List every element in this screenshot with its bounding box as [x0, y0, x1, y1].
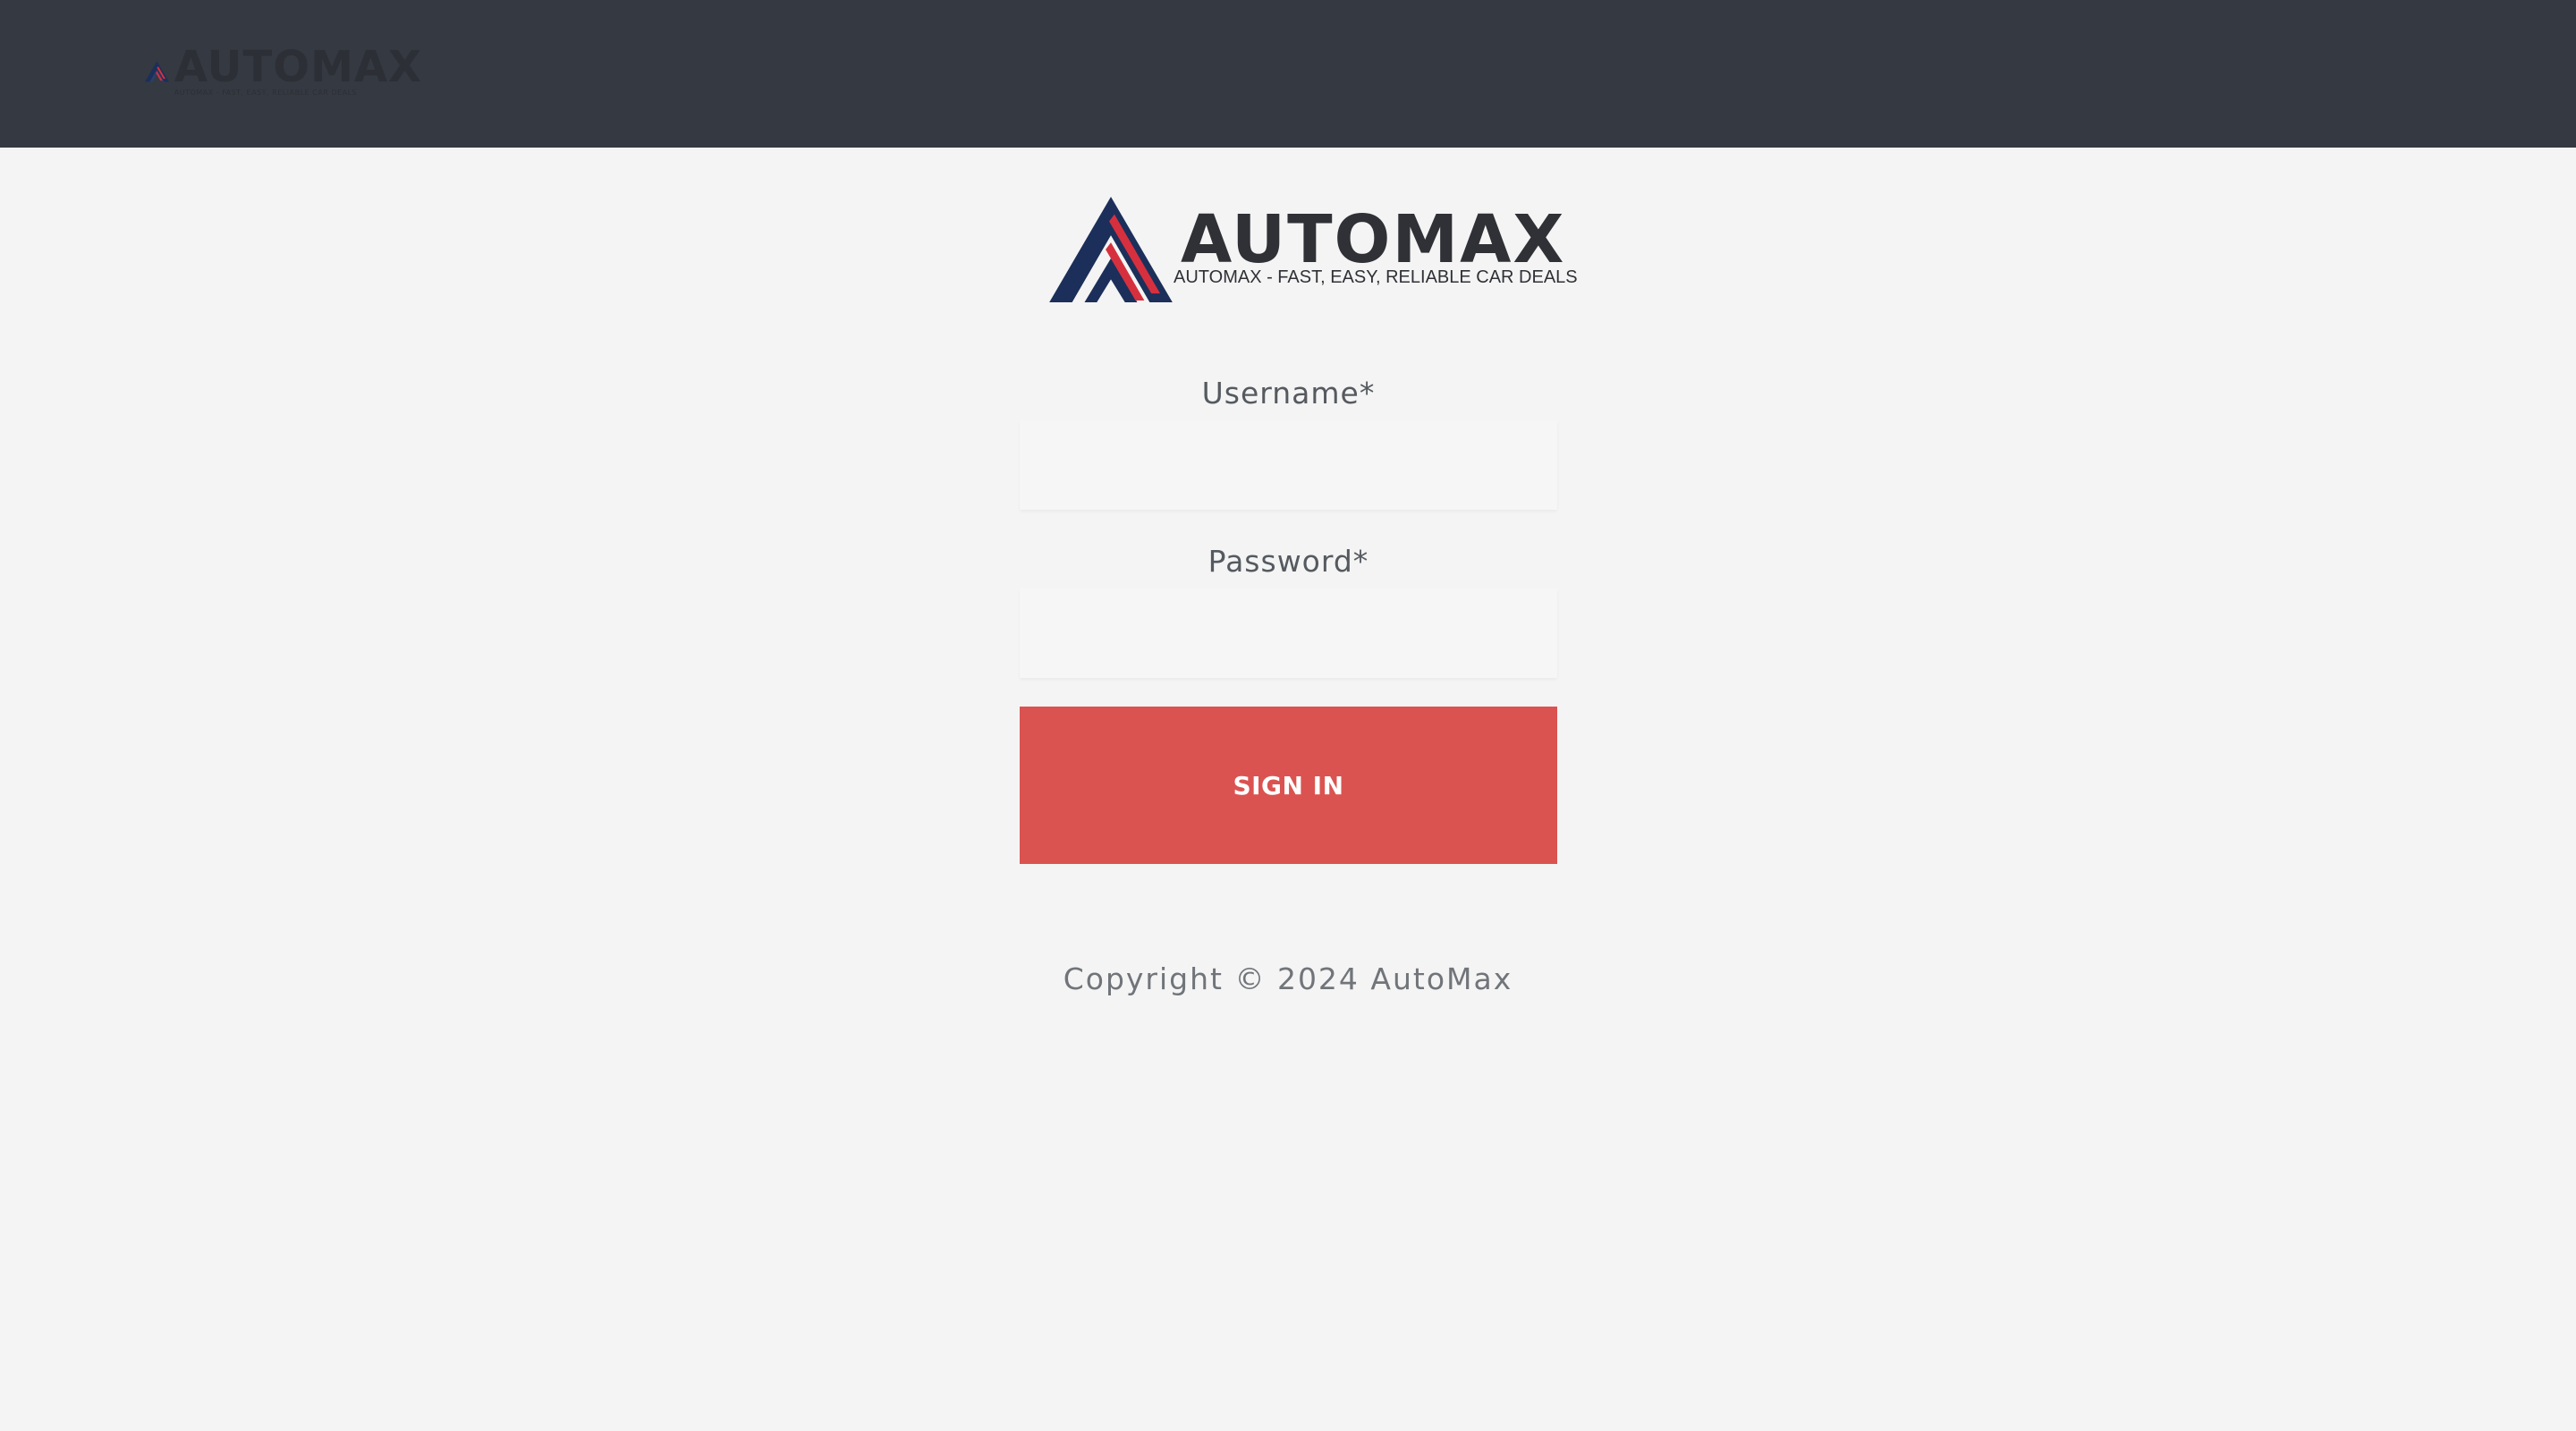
- header-wordmark: AUTOMAX AUTOMAX - FAST, EASY, RELIABLE C…: [174, 46, 422, 97]
- password-input[interactable]: [1020, 588, 1557, 678]
- sign-in-button[interactable]: SIGN IN: [1020, 707, 1557, 864]
- brand-tagline: AUTOMAX - FAST, EASY, RELIABLE CAR DEALS: [1174, 267, 1578, 287]
- username-label: Username*: [1201, 376, 1376, 411]
- top-navbar: AUTOMAX AUTOMAX - FAST, EASY, RELIABLE C…: [0, 0, 2576, 148]
- automax-mark-icon: [1049, 197, 1173, 302]
- password-label: Password*: [1208, 544, 1369, 579]
- login-form: Username* Password* SIGN IN: [1020, 367, 1557, 864]
- main-logo: AUTOMAX AUTOMAX - FAST, EASY, RELIABLE C…: [1048, 195, 1578, 304]
- username-input[interactable]: [1020, 420, 1557, 510]
- header-brand-name: AUTOMAX: [174, 42, 422, 92]
- header-brand-tagline: AUTOMAX - FAST, EASY, RELIABLE CAR DEALS: [174, 89, 358, 97]
- header-logo[interactable]: AUTOMAX AUTOMAX - FAST, EASY, RELIABLE C…: [145, 39, 422, 104]
- copyright-text: Copyright © 2024 AutoMax: [1063, 961, 1513, 996]
- brand-name: AUTOMAX: [1181, 201, 1566, 278]
- automax-logo-icon: [145, 61, 169, 82]
